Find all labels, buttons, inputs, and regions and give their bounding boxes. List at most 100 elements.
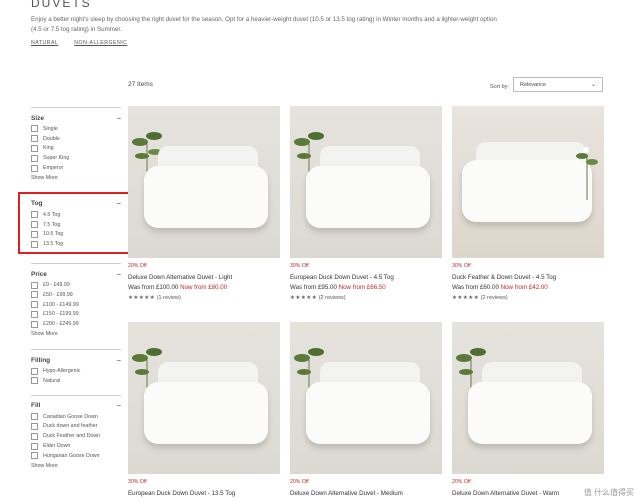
filter-group-filling: Filling − Hypo-Allergenic Natural <box>31 349 121 395</box>
checkbox[interactable] <box>31 291 38 299</box>
sort-value: Relevance <box>520 82 546 88</box>
product-card[interactable]: 20% Off Deluxe Down Alternative Duvet - … <box>290 322 442 497</box>
product-price: Was from £95.00 Now from £66.50 <box>290 284 386 291</box>
filter-option[interactable]: Natural <box>31 376 121 386</box>
filter-option[interactable]: Super King <box>31 153 121 163</box>
filter-header-price[interactable]: Price − <box>31 268 121 280</box>
filter-option[interactable]: Hypo-Allergenic <box>31 366 121 376</box>
duvet <box>306 166 430 228</box>
product-image[interactable] <box>452 106 604 258</box>
sort-label: Sort by: <box>490 84 509 90</box>
product-rating[interactable]: ★★★★★ (2 reviews) <box>452 295 604 301</box>
product-price: Was from £100.00 Now from £80.00 <box>128 284 228 291</box>
product-rating[interactable]: ★★★★★ (1 review) <box>128 295 280 301</box>
checkbox[interactable] <box>31 125 38 133</box>
sale-badge: 30% Off <box>452 263 471 269</box>
filter-option[interactable]: Emperor <box>31 163 121 173</box>
filter-option[interactable]: Canadian Goose Down <box>31 412 121 422</box>
sort-select[interactable]: Relevance ⌄ <box>513 77 603 92</box>
duvet <box>468 382 592 444</box>
product-image[interactable] <box>452 322 604 474</box>
product-name[interactable]: European Duck Down Duvet - 13.5 Tog <box>128 490 280 497</box>
filter-option[interactable]: Duck down and feather <box>31 422 121 432</box>
sale-badge: 20% Off <box>128 263 147 269</box>
checkbox[interactable] <box>31 164 38 172</box>
star-rating-icon: ★★★★★ <box>452 295 480 301</box>
filter-option[interactable]: King <box>31 144 121 154</box>
show-more-link[interactable]: Show More <box>31 463 121 473</box>
product-card[interactable]: 20% Off Deluxe Down Alternative Duvet - … <box>128 106 280 301</box>
checkbox[interactable] <box>31 367 38 375</box>
filter-group-fill: Fill − Canadian Goose Down Duck down and … <box>31 394 121 473</box>
tag-natural-link[interactable]: NATURAL <box>31 40 58 46</box>
page-title: DUVETS <box>31 0 92 10</box>
items-count: 27 Items <box>128 81 153 88</box>
checkbox[interactable] <box>31 377 38 385</box>
duvet <box>306 382 430 444</box>
filter-group-price: Price − £0 - £49.99 £50 - £99.99 £100 - £… <box>31 263 121 349</box>
tag-links: NATURAL NON-ALLERGENIC <box>31 40 141 46</box>
checkbox[interactable] <box>31 144 38 152</box>
checkbox[interactable] <box>31 442 38 450</box>
checkbox[interactable] <box>31 422 38 430</box>
product-card[interactable]: 30% Off Duck Feather & Down Duvet - 4.5 … <box>452 106 604 301</box>
filter-group-size: Size − Single Double King Super King Empe… <box>31 107 121 193</box>
checkbox[interactable] <box>31 281 38 289</box>
filter-option[interactable]: £150 - £199.99 <box>31 310 121 320</box>
product-name[interactable]: Deluxe Down Alternative Duvet - Light <box>128 274 280 281</box>
product-image[interactable] <box>128 106 280 258</box>
filter-option[interactable]: £100 - £149.99 <box>31 300 121 310</box>
collapse-icon[interactable]: − <box>116 114 121 123</box>
filter-option[interactable]: £50 - £99.99 <box>31 290 121 300</box>
star-rating-icon: ★★★★★ <box>128 295 156 301</box>
product-price: Was from £60.00 Now from £42.00 <box>452 284 548 291</box>
sale-badge: 20% Off <box>452 479 471 485</box>
checkbox[interactable] <box>31 452 38 460</box>
filter-option[interactable]: Elder Down <box>31 441 121 451</box>
product-card[interactable]: 20% Off Deluxe Down Alternative Duvet - … <box>452 322 604 497</box>
filter-option[interactable]: Hungarian Goose Down <box>31 451 121 461</box>
product-name[interactable]: Duck Feather & Down Duvet - 4.5 Tog <box>452 274 604 281</box>
watermark: 值 什么值得买 <box>583 488 634 497</box>
product-image[interactable] <box>290 322 442 474</box>
checkbox[interactable] <box>31 320 38 328</box>
sale-badge: 20% Off <box>290 479 309 485</box>
product-name[interactable]: Deluxe Down Alternative Duvet - Warm <box>452 490 604 497</box>
filter-option[interactable]: Double <box>31 134 121 144</box>
filter-header-size[interactable]: Size − <box>31 112 121 124</box>
duvet <box>144 382 268 444</box>
product-card[interactable]: 30% Off European Duck Down Duvet - 4.5 T… <box>290 106 442 301</box>
plant-icon <box>576 147 598 200</box>
product-name[interactable]: Deluxe Down Alternative Duvet - Medium <box>290 490 442 497</box>
collapse-icon[interactable]: − <box>116 356 121 365</box>
filter-option[interactable]: £0 - £49.99 <box>31 280 121 290</box>
filter-header-filling[interactable]: Filling − <box>31 354 121 366</box>
filter-option[interactable]: Single <box>31 124 121 134</box>
checkbox[interactable] <box>31 154 38 162</box>
collapse-icon[interactable]: − <box>116 401 121 410</box>
tag-non-allergenic-link[interactable]: NON-ALLERGENIC <box>74 40 127 46</box>
product-image[interactable] <box>128 322 280 474</box>
collapse-icon[interactable]: − <box>116 270 121 279</box>
chevron-down-icon: ⌄ <box>590 82 596 88</box>
checkbox[interactable] <box>31 135 38 143</box>
duvet <box>144 166 268 228</box>
filter-option[interactable]: £200 - £249.99 <box>31 319 121 329</box>
star-rating-icon: ★★★★★ <box>290 295 318 301</box>
page-description: Enjoy a better night's sleep by choosing… <box>31 16 497 33</box>
product-name[interactable]: European Duck Down Duvet - 4.5 Tog <box>290 274 442 281</box>
filter-header-fill[interactable]: Fill − <box>31 400 121 412</box>
filter-sidebar: Size − Single Double King Super King Empe… <box>31 107 121 473</box>
checkbox[interactable] <box>31 432 38 440</box>
show-more-link[interactable]: Show More <box>31 175 121 185</box>
product-rating[interactable]: ★★★★★ (2 reviews) <box>290 295 442 301</box>
checkbox[interactable] <box>31 310 38 318</box>
product-card[interactable]: 30% Off European Duck Down Duvet - 13.5 … <box>128 322 280 497</box>
filter-option[interactable]: Duck Feather and Down <box>31 431 121 441</box>
checkbox[interactable] <box>31 301 38 309</box>
highlight-box <box>18 192 145 254</box>
show-more-link[interactable]: Show More <box>31 331 121 341</box>
product-image[interactable] <box>290 106 442 258</box>
checkbox[interactable] <box>31 413 38 421</box>
sale-badge: 30% Off <box>290 263 309 269</box>
